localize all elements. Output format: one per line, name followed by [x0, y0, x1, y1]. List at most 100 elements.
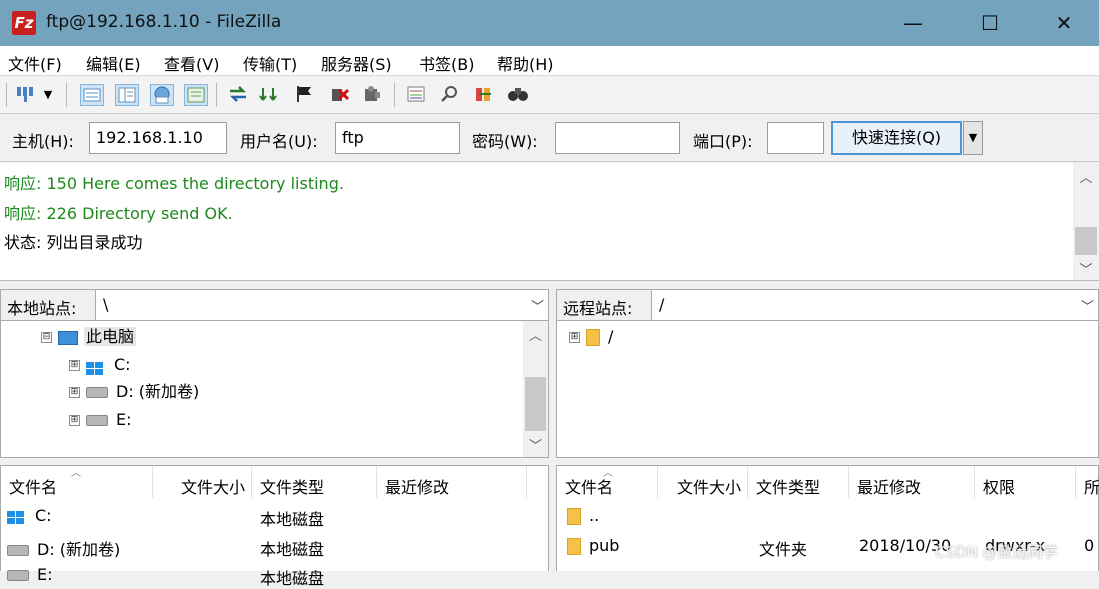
toolbar-separator — [394, 83, 395, 107]
chevron-down-icon[interactable]: ﹀ — [531, 296, 544, 315]
local-file-list: 文件名 ︿ 文件大小 文件类型 最近修改 C: 本地磁盘 D: (新加卷) 本地… — [0, 465, 549, 588]
quickconnect-dropdown-icon[interactable]: ▼ — [963, 121, 983, 155]
dropdown-arrow-icon[interactable]: ▼ — [40, 84, 56, 106]
filezilla-logo-icon: Fz — [12, 11, 36, 35]
tree-item-this-pc[interactable]: ⊟ 此电脑 — [41, 325, 137, 349]
chevron-down-icon[interactable]: ﹀ — [1081, 296, 1094, 315]
tree-item-e[interactable]: ⊞ E: — [69, 408, 132, 432]
computer-icon — [58, 330, 78, 345]
username-input[interactable]: ftp — [335, 122, 460, 154]
windows-drive-icon — [7, 510, 27, 524]
toolbar-separator — [6, 83, 7, 107]
sort-arrow-icon: ︿ — [71, 468, 81, 479]
local-path-input[interactable]: \ — [97, 290, 549, 320]
minimize-button[interactable]: — — [893, 8, 933, 38]
menu-view[interactable]: 查看(V) — [164, 51, 219, 75]
toggle-message-log-icon[interactable] — [80, 84, 104, 106]
menu-bar: 文件(F) 编辑(E) 查看(V) 传输(T) 服务器(S) 书签(B) 帮助(… — [0, 46, 1099, 76]
drive-icon — [7, 570, 29, 581]
host-input[interactable]: 192.168.1.10 — [89, 122, 227, 154]
maximize-button[interactable]: ☐ — [970, 8, 1010, 38]
reconnect-icon[interactable] — [360, 84, 384, 106]
collapse-icon[interactable]: ⊟ — [41, 332, 52, 343]
tree-item-c[interactable]: ⊞ C: — [69, 353, 131, 377]
toggle-local-tree-icon[interactable] — [115, 84, 139, 106]
cancel-operation-icon[interactable] — [292, 84, 316, 106]
column-header-permissions[interactable]: 权限 — [975, 466, 1076, 498]
list-item[interactable]: E: — [7, 565, 53, 584]
column-header-filesize[interactable]: 文件大小 — [153, 466, 252, 498]
sync-browse-icon[interactable] — [472, 84, 496, 106]
local-tree-panel: 本地站点: \ ﹀ ⊟ 此电脑 ⊞ C: ⊞ D: (新加卷) ⊞ E: ︿ ﹀ — [0, 289, 549, 458]
message-log: 响应: 150 Here comes the directory listing… — [0, 163, 1099, 281]
menu-bookmarks[interactable]: 书签(B) — [419, 51, 474, 75]
scroll-up-icon[interactable]: ︿ — [523, 325, 548, 344]
column-header-modified[interactable]: 最近修改 — [377, 466, 527, 498]
remote-path-input[interactable]: / — [653, 290, 1099, 320]
list-item[interactable]: D: (新加卷) — [7, 536, 120, 560]
local-site-label: 本地站点: — [1, 290, 96, 320]
toggle-compare-icon[interactable] — [438, 84, 462, 106]
menu-file[interactable]: 文件(F) — [8, 51, 62, 75]
file-type-cell: 本地磁盘 — [260, 510, 325, 529]
search-icon[interactable] — [506, 84, 530, 106]
list-item[interactable]: C: — [7, 506, 52, 525]
tree-item-d[interactable]: ⊞ D: (新加卷) — [69, 380, 199, 404]
log-scrollbar[interactable]: ︿ ﹀ — [1073, 163, 1099, 280]
expand-icon[interactable]: ⊞ — [569, 332, 580, 343]
column-header-filesize[interactable]: 文件大小 — [658, 466, 748, 498]
toolbar-separator — [66, 83, 67, 107]
disconnect-icon[interactable] — [328, 84, 352, 106]
site-manager-icon[interactable] — [14, 84, 38, 106]
tree-item-root[interactable]: ⊞ / — [569, 325, 613, 349]
column-header-filetype[interactable]: 文件类型 — [748, 466, 849, 498]
local-tree-scrollbar[interactable]: ︿ ﹀ — [523, 321, 548, 457]
toggle-queue-icon[interactable] — [184, 84, 208, 106]
windows-drive-icon — [86, 359, 106, 375]
close-button[interactable]: ✕ — [1044, 8, 1084, 38]
sort-arrow-icon: ︿ — [603, 468, 613, 479]
scroll-thumb[interactable] — [525, 377, 546, 431]
toggle-remote-tree-icon[interactable] — [150, 84, 174, 106]
folder-icon — [567, 538, 581, 555]
remote-site-label: 远程站点: — [557, 290, 652, 320]
expand-icon[interactable]: ⊞ — [69, 387, 80, 398]
remote-tree-panel: 远程站点: / ﹀ ⊞ / — [556, 289, 1099, 458]
drive-icon — [86, 415, 108, 426]
filter-icon[interactable] — [404, 84, 428, 106]
owner-cell: 0 — [1084, 536, 1095, 555]
password-input[interactable] — [555, 122, 680, 154]
list-item[interactable]: .. — [567, 506, 599, 525]
scroll-up-icon[interactable]: ︿ — [1073, 167, 1099, 186]
toolbar: ▼ — [0, 77, 1099, 114]
username-label: 用户名(U): — [240, 132, 318, 151]
divider — [557, 320, 1098, 321]
process-queue-icon[interactable] — [258, 84, 282, 106]
quickconnect-button[interactable]: 快速连接(Q) — [831, 121, 962, 155]
watermark: CSDN @致远同学 — [935, 543, 1058, 561]
column-header-modified[interactable]: 最近修改 — [849, 466, 975, 498]
port-input[interactable] — [767, 122, 824, 154]
menu-transfer[interactable]: 传输(T) — [243, 51, 297, 75]
menu-server[interactable]: 服务器(S) — [321, 51, 392, 75]
refresh-icon[interactable] — [226, 84, 250, 106]
list-item[interactable]: pub — [567, 536, 619, 555]
drive-icon — [7, 545, 29, 556]
column-header-owner[interactable]: 所 — [1076, 466, 1099, 498]
log-line: 状态: 列出目录成功 — [4, 233, 143, 252]
scroll-down-icon[interactable]: ﹀ — [1073, 259, 1099, 278]
drive-icon — [86, 387, 108, 398]
column-header-filetype[interactable]: 文件类型 — [252, 466, 377, 498]
expand-icon[interactable]: ⊞ — [69, 360, 80, 371]
port-label: 端口(P): — [693, 132, 753, 151]
scroll-down-icon[interactable]: ﹀ — [523, 435, 548, 454]
folder-icon — [567, 508, 581, 525]
log-line: 响应: 226 Directory send OK. — [4, 204, 233, 223]
scroll-thumb[interactable] — [1075, 227, 1097, 255]
menu-edit[interactable]: 编辑(E) — [86, 51, 141, 75]
menu-help[interactable]: 帮助(H) — [497, 51, 554, 75]
quickconnect-bar: 主机(H): 192.168.1.10 用户名(U): ftp 密码(W): 端… — [0, 115, 1099, 162]
expand-icon[interactable]: ⊞ — [69, 415, 80, 426]
file-type-cell: 本地磁盘 — [260, 569, 325, 588]
file-type-cell: 文件夹 — [759, 540, 808, 559]
